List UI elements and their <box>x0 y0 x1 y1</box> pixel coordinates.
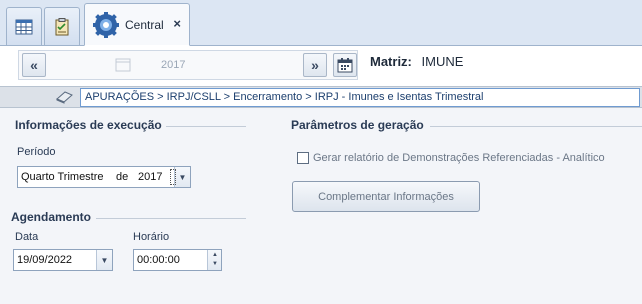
calendar-icon <box>337 58 353 73</box>
data-field[interactable]: 19/09/2022 ▼ <box>13 249 113 271</box>
chevron-down-icon: ▼ <box>100 255 109 265</box>
clipboard-check-icon <box>55 17 69 35</box>
periodo-label: Período <box>17 146 56 158</box>
gear-icon <box>93 11 119 38</box>
data-value: 19/09/2022 <box>17 254 73 266</box>
close-icon[interactable]: × <box>173 16 181 31</box>
calendar-button[interactable] <box>333 53 357 77</box>
horario-field[interactable]: 00:00:00 ▲ ▼ <box>133 249 222 271</box>
ano-value: 2017 <box>138 171 163 183</box>
year-navigator: « 2017 » <box>18 50 358 80</box>
matriz-value: IMUNE <box>421 54 464 69</box>
horario-label: Horário <box>133 231 170 243</box>
demonstracoes-checkbox-label[interactable]: Gerar relatório de Demonstrações Referen… <box>313 152 605 164</box>
calendar-ghost-icon <box>115 58 131 72</box>
spin-up-icon[interactable]: ▲ <box>212 252 218 258</box>
data-label: Data <box>15 231 39 243</box>
breadcrumb[interactable]: APURAÇÕES > IRPJ/CSLL > Encerramento > I… <box>80 88 640 107</box>
matriz-label: Matriz: <box>370 54 412 69</box>
agendamento-divider <box>96 218 246 219</box>
breadcrumb-bar: APURAÇÕES > IRPJ/CSLL > Encerramento > I… <box>0 86 642 108</box>
matriz-info: Matriz: IMUNE <box>370 54 463 69</box>
year-display: 2017 <box>99 53 259 77</box>
year-value: 2017 <box>161 59 186 71</box>
horario-value: 00:00:00 <box>137 254 180 266</box>
demonstracoes-checkbox[interactable] <box>297 152 309 164</box>
execucao-divider <box>166 126 246 127</box>
periodo-combo[interactable]: Quarto Trimestre de 2017 ▼ <box>17 166 191 188</box>
spin-focus-marker <box>170 169 176 185</box>
periodo-value: Quarto Trimestre <box>21 171 104 183</box>
de-label: de <box>116 171 129 183</box>
horario-stepper[interactable]: ▲ ▼ <box>207 250 221 270</box>
grid-window-icon <box>15 19 33 34</box>
tab-strip: Central × <box>0 0 642 46</box>
eraser-icon[interactable] <box>54 90 74 104</box>
geracao-divider <box>430 126 642 127</box>
data-dropdown-button[interactable]: ▼ <box>96 250 112 270</box>
geracao-section-title: Parâmetros de geração <box>291 118 424 132</box>
execucao-section-title: Informações de execução <box>15 118 162 132</box>
spin-down-icon[interactable]: ▼ <box>212 261 218 267</box>
tab-central-label: Central <box>125 17 164 32</box>
tab-checklist[interactable] <box>44 7 80 45</box>
navigation-row: « 2017 » Matriz: IMUNE <box>0 46 642 86</box>
complementar-informacoes-button[interactable]: Complementar Informações <box>292 181 480 212</box>
next-button[interactable]: » <box>303 53 327 77</box>
double-chevron-right-icon: » <box>311 57 319 73</box>
previous-button[interactable]: « <box>22 53 46 77</box>
tab-central[interactable]: Central × <box>84 3 190 46</box>
chevron-down-icon: ▼ <box>178 172 187 182</box>
periodo-dropdown-button[interactable]: ▼ <box>174 167 190 187</box>
double-chevron-left-icon: « <box>30 57 38 73</box>
tab-grid[interactable] <box>6 7 42 45</box>
agendamento-section-title: Agendamento <box>11 210 92 224</box>
